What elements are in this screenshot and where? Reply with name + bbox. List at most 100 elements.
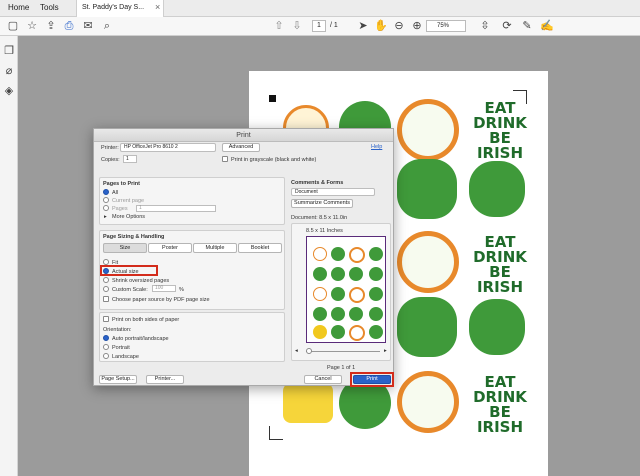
- copies-input[interactable]: 1: [123, 155, 137, 163]
- sticker-shamrock-1: [397, 159, 457, 219]
- zoom-select[interactable]: 75%: [426, 20, 466, 32]
- close-icon[interactable]: ×: [155, 2, 160, 12]
- zoom-in-icon[interactable]: ⊕: [410, 19, 424, 33]
- page-up-icon[interactable]: ⇧: [272, 19, 286, 33]
- preview-sticker: [369, 247, 383, 261]
- more-options-chevron-icon[interactable]: ▸: [104, 214, 107, 220]
- preview-sticker: [369, 287, 383, 301]
- grayscale-checkbox[interactable]: [222, 156, 228, 162]
- print-icon[interactable]: ⎙: [62, 19, 76, 33]
- preview-sticker: [331, 307, 345, 321]
- registration-mark: [269, 95, 276, 102]
- preview-sticker: [369, 267, 383, 281]
- preview-sticker: [369, 325, 383, 339]
- preview-sticker: [331, 267, 345, 281]
- page-of-label: Page 1 of 1: [327, 365, 356, 371]
- booklet-tab[interactable]: Booklet: [238, 243, 282, 253]
- page-setup-button[interactable]: Page Setup...: [99, 375, 137, 384]
- cancel-button[interactable]: Cancel: [304, 375, 342, 384]
- sign-icon[interactable]: ✍: [540, 19, 554, 33]
- printer-button[interactable]: Printer...: [146, 375, 184, 384]
- sticker-shamrock-2: [469, 161, 525, 217]
- pages-to-print-heading: Pages to Print: [103, 181, 140, 187]
- current-page-label: Current page: [112, 198, 145, 204]
- fit-page-icon[interactable]: ⇳: [478, 19, 492, 33]
- auto-orientation-label: Auto portrait/landscape: [112, 336, 169, 342]
- landscape-radio[interactable]: [103, 353, 109, 359]
- all-pages-label: All: [112, 190, 119, 196]
- sticker-happy-st-patricks: [397, 231, 459, 293]
- paper-source-checkbox[interactable]: [103, 296, 109, 302]
- pages-range-input[interactable]: 1: [136, 205, 216, 212]
- hand-tool-icon[interactable]: ✋: [374, 19, 388, 33]
- pages-radio[interactable]: [103, 205, 109, 211]
- pages-panel-icon[interactable]: ❐: [2, 44, 16, 58]
- page-number-input[interactable]: 1: [312, 20, 326, 32]
- grayscale-label: Print in grayscale (black and white): [231, 157, 317, 163]
- custom-scale-radio[interactable]: [103, 286, 109, 292]
- left-rail: ❐ ⌀ ◈: [0, 36, 18, 476]
- preview-prev-icon[interactable]: ◂: [295, 348, 298, 354]
- poster-tab[interactable]: Poster: [148, 243, 192, 253]
- paper-source-label: Choose paper source by PDF page size: [112, 297, 210, 303]
- sticker-eat-drink-be-irish: EAT DRINK BE IRISH: [473, 99, 527, 162]
- printer-label: Printer:: [101, 145, 119, 151]
- auto-orientation-radio[interactable]: [103, 335, 109, 341]
- custom-scale-input[interactable]: 100: [152, 285, 176, 292]
- sticker-eat-drink-be-irish: EAT DRINK BE IRISH: [473, 233, 527, 296]
- upload-icon[interactable]: ⇪: [44, 19, 58, 33]
- page-total: / 1: [330, 22, 338, 29]
- page-sizing-panel: Page Sizing & Handling Size Poster Multi…: [99, 230, 285, 310]
- new-document-icon[interactable]: ▢: [6, 19, 20, 33]
- preview-sticker: [313, 307, 327, 321]
- current-page-radio[interactable]: [103, 197, 109, 203]
- help-link[interactable]: Help: [371, 144, 382, 150]
- both-sides-checkbox[interactable]: [103, 316, 109, 322]
- tab-document[interactable]: St. Paddy's Day S... ×: [76, 0, 164, 17]
- preview-sticker: [331, 287, 345, 301]
- highlight-icon[interactable]: ✎: [520, 19, 534, 33]
- preview-sticker: [349, 287, 365, 303]
- print-dialog: Print Printer: HP OfficeJet Pro 8610 2 A…: [93, 128, 394, 387]
- multiple-tab[interactable]: Multiple: [193, 243, 237, 253]
- page-down-icon[interactable]: ⇩: [290, 19, 304, 33]
- tab-tools[interactable]: Tools: [40, 3, 59, 12]
- preview-page-thumbnail: [306, 236, 386, 343]
- all-pages-radio[interactable]: [103, 189, 109, 195]
- preview-next-icon[interactable]: ▸: [384, 348, 387, 354]
- preview-page-slider[interactable]: [306, 351, 380, 352]
- copies-label: Copies:: [101, 157, 120, 163]
- advanced-button[interactable]: Advanced: [222, 143, 260, 152]
- layers-icon[interactable]: ◈: [2, 84, 16, 98]
- orientation-panel: Print on both sides of paper Orientation…: [99, 312, 285, 362]
- both-sides-label: Print on both sides of paper: [112, 317, 180, 323]
- more-options-label[interactable]: More Options: [112, 214, 145, 220]
- attachments-icon[interactable]: ⌀: [2, 64, 16, 78]
- select-cursor-icon[interactable]: ➤: [356, 19, 370, 33]
- email-icon[interactable]: ✉: [81, 19, 95, 33]
- preview-sticker: [313, 247, 327, 261]
- summarize-comments-button[interactable]: Summarize Comments: [291, 199, 353, 208]
- sticker-happy-st-patricks: [397, 99, 459, 161]
- preview-sticker: [349, 307, 363, 321]
- sticker-shamrock-4: [469, 299, 525, 355]
- bookmark-star-icon[interactable]: ☆: [25, 19, 39, 33]
- actual-size-highlight: [100, 265, 158, 276]
- printer-select[interactable]: HP OfficeJet Pro 8610 2: [120, 143, 216, 152]
- toolbar: ▢ ☆ ⇪ ⎙ ✉ ⌕ ⇧ ⇩ 1 / 1 ➤ ✋ ⊖ ⊕ 75% ⇳ ⟳ ✎ …: [0, 17, 640, 36]
- portrait-radio[interactable]: [103, 344, 109, 350]
- shrink-radio[interactable]: [103, 277, 109, 283]
- tab-document-label: St. Paddy's Day S...: [82, 4, 145, 11]
- dialog-title: Print: [94, 129, 393, 142]
- preview-sticker: [313, 287, 327, 301]
- search-icon[interactable]: ⌕: [100, 19, 114, 33]
- comments-forms-heading: Comments & Forms: [291, 180, 344, 186]
- zoom-out-icon[interactable]: ⊖: [392, 19, 406, 33]
- rotate-icon[interactable]: ⟳: [500, 19, 514, 33]
- size-tab[interactable]: Size: [103, 243, 147, 253]
- tab-home[interactable]: Home: [8, 3, 29, 12]
- pages-label: Pages: [112, 206, 128, 212]
- preview-slider-thumb[interactable]: [306, 348, 312, 354]
- preview-sticker: [313, 267, 327, 281]
- comments-select[interactable]: Document: [291, 188, 375, 196]
